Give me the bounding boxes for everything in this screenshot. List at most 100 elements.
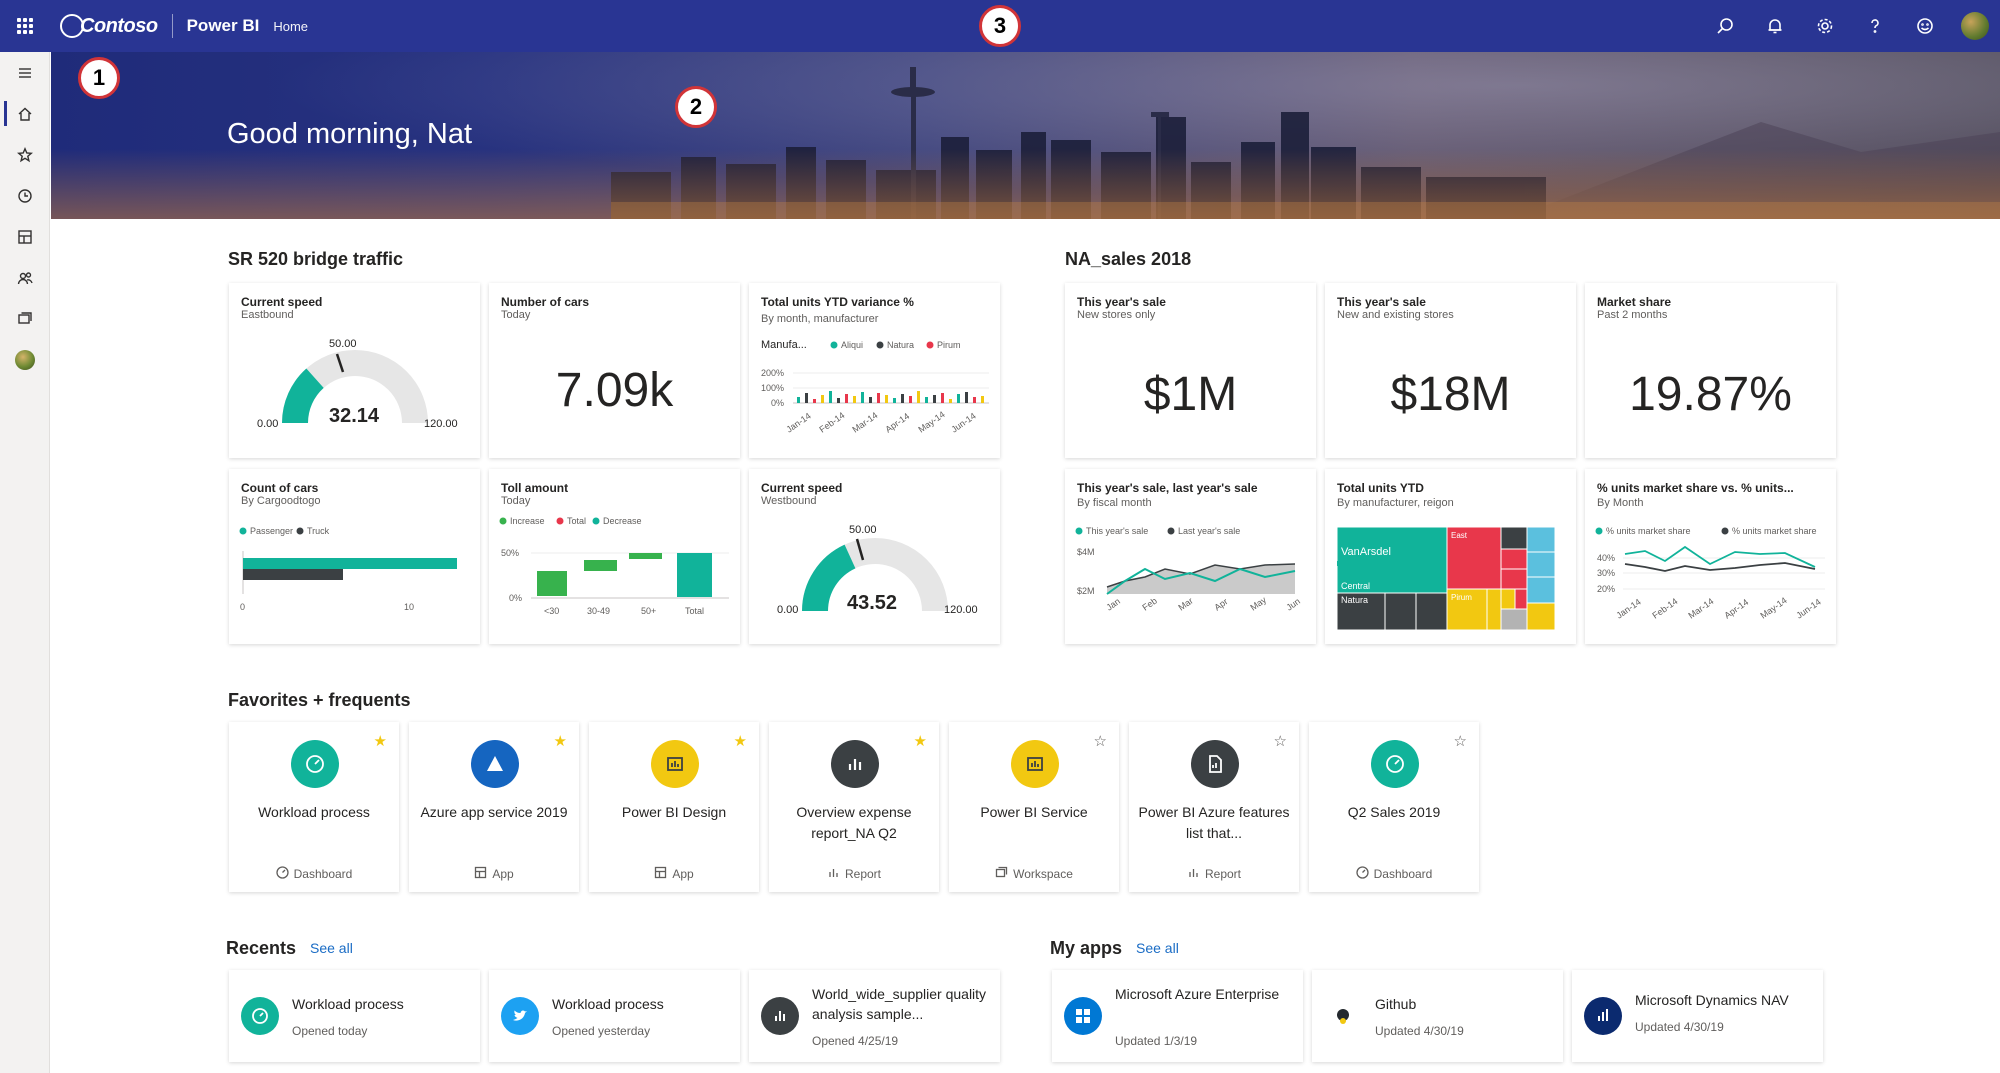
recent-card[interactable]: Workload process Opened today [229, 970, 480, 1062]
x-tick: Jan [1104, 596, 1122, 613]
gauge-target-label: 50.00 [849, 524, 877, 536]
na-sales-dashboard-title[interactable]: NA_sales 2018 [1065, 249, 1191, 270]
shared-icon[interactable] [0, 257, 50, 298]
tile-units-market-share[interactable]: % units market share vs. % units... By M… [1585, 469, 1836, 644]
favorite-type: Dashboard [229, 866, 399, 882]
my-apps-title: My apps [1050, 938, 1123, 958]
bell-icon[interactable] [1750, 0, 1800, 52]
x-tick: 30-49 [587, 606, 610, 616]
search-icon[interactable] [1700, 0, 1750, 52]
tile-count-of-cars[interactable]: Count of cars By Cargoodtogo Passenger T… [229, 469, 480, 644]
star-outline-icon[interactable]: ☆ [1274, 732, 1287, 750]
legend-item: Truck [307, 526, 330, 536]
breadcrumb[interactable]: Home [273, 19, 308, 34]
star-filled-icon[interactable]: ★ [554, 732, 567, 750]
clock-icon[interactable] [0, 175, 50, 216]
column-bar [805, 393, 808, 403]
user-avatar[interactable] [1961, 12, 1989, 40]
legend-item: Last year's sale [1178, 526, 1240, 536]
legend-item: Total [567, 516, 586, 526]
favorite-card[interactable]: ☆ Power BI Azure features list that... Rep… [1129, 722, 1299, 892]
x-tick: Feb [1140, 596, 1158, 613]
favorites-title: Favorites + frequents [228, 690, 411, 710]
app-card[interactable]: Microsoft Azure Enterprise Updated 1/3/19 [1052, 970, 1303, 1062]
x-axis-ticks: Jan-14 Feb-14 Mar-14 Apr-14 May-14 Jun-14 [784, 409, 977, 434]
star-icon[interactable] [0, 134, 50, 175]
column-bar [837, 398, 840, 403]
favorite-card[interactable]: ☆ Q2 Sales 2019 Dashboard [1309, 722, 1479, 892]
app-card[interactable]: Microsoft Dynamics NAV Updated 4/30/19 [1572, 970, 1823, 1062]
app-card[interactable]: Github Updated 4/30/19 [1312, 970, 1563, 1062]
bar-truck [243, 569, 343, 580]
favorite-type: Dashboard [1309, 866, 1479, 882]
home-icon[interactable] [0, 93, 50, 134]
gauge-chart: 50.00 32.14 0.00 120.00 [257, 338, 458, 430]
favorite-type: App [409, 866, 579, 882]
favorite-type: Report [1129, 866, 1299, 882]
x-tick: 50+ [641, 606, 656, 616]
dashboard-icon [1355, 866, 1374, 882]
star-filled-icon[interactable]: ★ [914, 732, 927, 750]
recents-see-all-link[interactable]: See all [310, 940, 353, 956]
tile-title: Market share [1597, 295, 1672, 309]
recent-card[interactable]: World_wide_supplier quality analysis sam… [749, 970, 1000, 1062]
dashboard-icon [275, 866, 294, 882]
favorite-card[interactable]: ★ Workload process Dashboard [229, 722, 399, 892]
tile-subtitle: Today [501, 309, 531, 321]
callout-1: 1 [78, 57, 120, 99]
star-outline-icon[interactable]: ☆ [1094, 732, 1107, 750]
legend-item: % units market share [1606, 526, 1691, 536]
recent-name: Workload process [292, 996, 404, 1012]
smiley-icon[interactable] [1900, 0, 1950, 52]
sr520-dashboard-title[interactable]: SR 520 bridge traffic [228, 249, 403, 270]
my-apps-see-all-link[interactable]: See all [1136, 940, 1179, 956]
dashboard-item-icon [1371, 740, 1419, 788]
tile-current-speed-westbound[interactable]: Current speed Westbound 50.00 43.52 0.00… [749, 469, 1000, 644]
tile-this-year-sale-new[interactable]: This year's sale New stores only $1M [1065, 283, 1316, 458]
tile-sale-vs-last-year[interactable]: This year's sale, last year's sale By fi… [1065, 469, 1316, 644]
star-filled-icon[interactable]: ★ [374, 732, 387, 750]
column-bar [797, 397, 800, 403]
app-name[interactable]: Power BI [187, 16, 260, 36]
favorite-name: Overview expense report_NA Q2 [796, 804, 912, 841]
x-tick: Total [685, 606, 704, 616]
tile-market-share[interactable]: Market share Past 2 months 19.87% [1585, 283, 1836, 458]
left-nav-rail [0, 52, 50, 1073]
star-filled-icon[interactable]: ★ [734, 732, 747, 750]
favorite-card[interactable]: ★ Overview expense report_NA Q2 Report [769, 722, 939, 892]
recent-name: Workload process [552, 996, 664, 1012]
avatar[interactable] [0, 339, 50, 380]
kpi-value: $18M [1390, 368, 1511, 421]
tile-total-units-ytd[interactable]: Total units YTD By manufacturer, reigon … [1325, 469, 1576, 644]
apps-icon[interactable] [0, 216, 50, 257]
x-tick: <30 [544, 606, 559, 616]
favorite-name: Power BI Design [621, 804, 727, 820]
tile-ytd-variance[interactable]: Total units YTD variance % By month, man… [749, 283, 1000, 458]
favorite-card[interactable]: ☆ Power BI Service Workspace [949, 722, 1119, 892]
tile-toll-amount[interactable]: Toll amount Today Increase Total Decreas… [489, 469, 740, 644]
column-bar [901, 394, 904, 403]
app-launcher-button[interactable] [0, 0, 50, 52]
tile-current-speed-eastbound[interactable]: Current speed Eastbound 50.00 32.14 0.00… [229, 283, 480, 458]
help-icon[interactable] [1850, 0, 1900, 52]
workspaces-icon[interactable] [0, 298, 50, 339]
legend-swatch [556, 517, 564, 525]
x-tick: Mar [1176, 596, 1194, 613]
favorite-card[interactable]: ★ Azure app service 2019 App [409, 722, 579, 892]
y-tick: 200% [761, 368, 784, 378]
contoso-logo[interactable]: Contoso [60, 14, 158, 38]
tile-this-year-sale-all[interactable]: This year's sale New and existing stores… [1325, 283, 1576, 458]
y-tick: 30% [1597, 568, 1615, 578]
favorite-card[interactable]: ★ Power BI Design App [589, 722, 759, 892]
tile-number-of-cars[interactable]: Number of cars Today 7.09k [489, 283, 740, 458]
legend-swatch [876, 341, 884, 349]
legend-title: Manufa... [761, 339, 807, 351]
gauge-value: 43.52 [847, 592, 897, 614]
hamburger-icon[interactable] [0, 52, 50, 93]
gear-icon[interactable] [1800, 0, 1850, 52]
column-bar [933, 395, 936, 403]
recent-card[interactable]: Workload process Opened yesterday [489, 970, 740, 1062]
legend-item: Decrease [603, 516, 642, 526]
star-outline-icon[interactable]: ☆ [1454, 732, 1467, 750]
favorite-name: Workload process [258, 804, 370, 820]
